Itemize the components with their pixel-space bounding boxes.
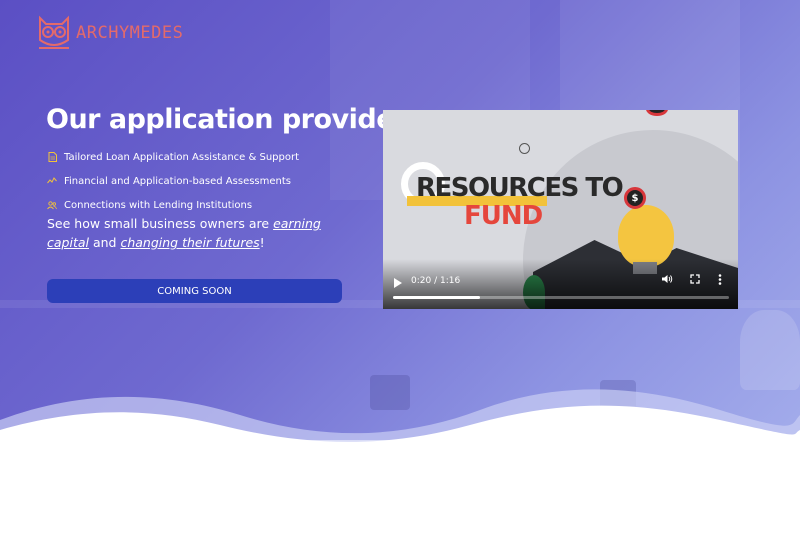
blurb-text: See how small business owners are <box>47 216 274 231</box>
page-title: Our application provides: <box>46 104 420 135</box>
chart-line-icon <box>47 176 57 186</box>
wave-divider <box>0 389 800 470</box>
fullscreen-icon[interactable] <box>688 274 702 288</box>
lightbulb-icon <box>618 205 674 267</box>
video-title-resources: RESOURCES <box>416 173 579 203</box>
people-icon <box>47 200 57 210</box>
feature-list: Tailored Loan Application Assistance & S… <box>47 145 299 217</box>
hero-blurb: See how small business owners are earnin… <box>47 214 347 252</box>
dollar-coin-icon: $ <box>624 187 646 209</box>
document-icon <box>47 152 57 162</box>
feature-label: Connections with Lending Institutions <box>64 199 253 211</box>
video-small-ring-shape <box>519 143 530 154</box>
video-title-line1: RESOURCES TO <box>416 173 624 203</box>
blurb-text: and <box>88 235 121 250</box>
changing-futures-link[interactable]: changing their futures <box>120 235 259 250</box>
feature-label: Tailored Loan Application Assistance & S… <box>64 151 300 163</box>
coming-soon-button[interactable]: COMING SOON <box>47 279 342 303</box>
video-time: 0:20 / 1:16 <box>411 276 461 286</box>
more-options-icon[interactable] <box>713 274 727 288</box>
feature-item: Financial and Application-based Assessme… <box>47 169 299 193</box>
brand-name: ARCHYMEDES <box>76 23 184 43</box>
video-title-to: TO <box>577 173 623 203</box>
play-icon[interactable] <box>394 278 402 288</box>
brand-logo[interactable]: ARCHYMEDES <box>36 14 183 52</box>
feature-item: Tailored Loan Application Assistance & S… <box>47 145 299 169</box>
background-plant <box>740 310 800 390</box>
owl-icon <box>39 15 69 49</box>
volume-icon[interactable] <box>660 274 674 288</box>
blurb-text: ! <box>259 235 265 250</box>
hero-section: ARCHYMEDES Our application provides: Tai… <box>0 0 800 440</box>
video-player[interactable]: RESOURCES TO FUND $ 0:20 / 1:16 <box>383 110 738 309</box>
video-badge-shape <box>646 110 668 116</box>
video-progress-track[interactable] <box>393 296 729 299</box>
feature-label: Financial and Application-based Assessme… <box>64 175 292 187</box>
video-progress-fill <box>393 296 481 299</box>
video-title-line2: FUND <box>464 201 543 231</box>
